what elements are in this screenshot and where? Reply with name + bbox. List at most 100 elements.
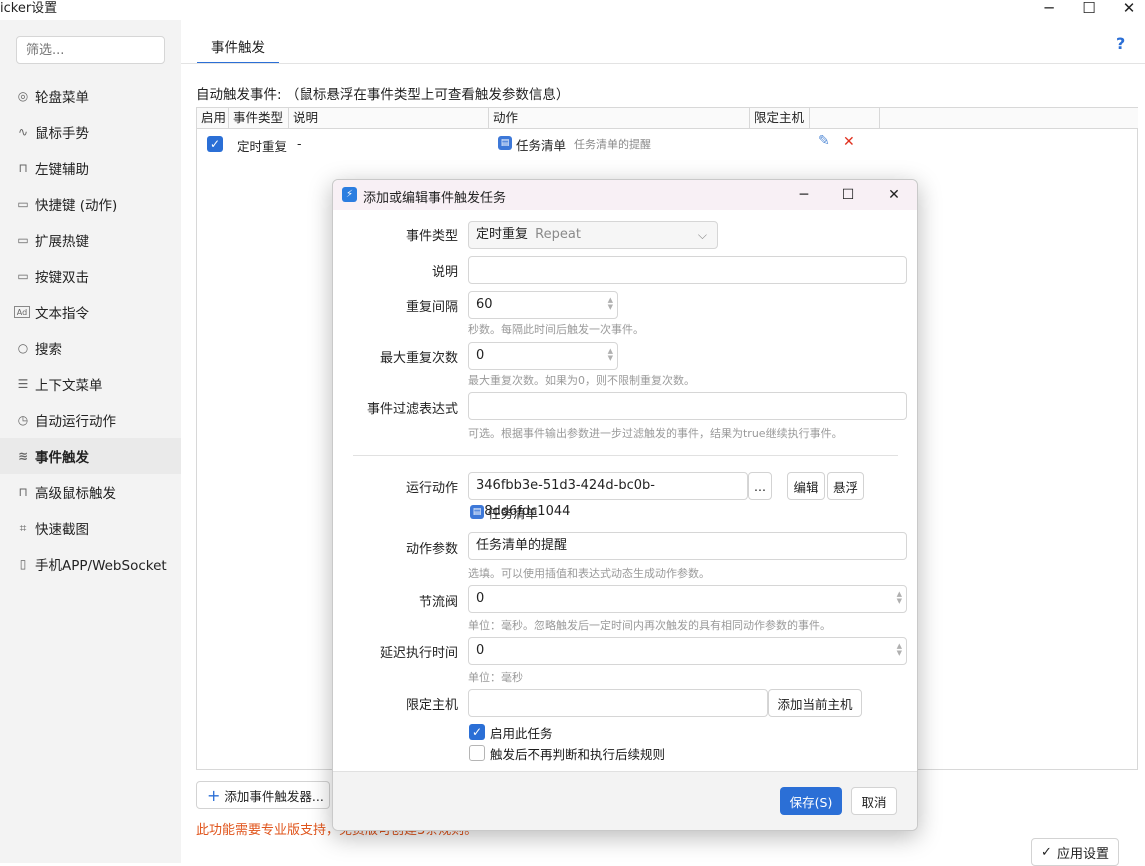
spinner-icon[interactable]: ▲ ▼ xyxy=(897,591,902,605)
sidebar-item-0[interactable]: ◎ 轮盘菜单 xyxy=(0,78,181,114)
action-param-hint: 选填。可以使用插值和表达式动态生成动作参数。 xyxy=(468,567,710,580)
interval-input[interactable]: 60 ▲ ▼ xyxy=(468,291,618,319)
run-action-label: 运行动作 xyxy=(405,481,458,496)
max-repeat-value: 0 xyxy=(476,348,485,363)
delay-label: 延迟执行时间 xyxy=(379,646,458,661)
alarm-icon: ◷ xyxy=(17,413,29,427)
delete-icon[interactable]: ✕ xyxy=(843,134,855,150)
app-logo-icon: ⚡ xyxy=(342,187,357,202)
spinner-icon[interactable]: ▲ ▼ xyxy=(897,643,902,657)
help-icon[interactable]: ? xyxy=(1116,34,1125,53)
sidebar-item-label: 左键辅助 xyxy=(35,162,89,178)
interval-hint: 秒数。每隔此时间后触发一次事件。 xyxy=(468,323,644,336)
dialog-title-bar[interactable]: ⚡ 添加或编辑事件触发任务 ─ ☐ ✕ xyxy=(333,180,917,210)
text-ad-icon: Ad xyxy=(14,306,30,318)
float-action-button[interactable]: 悬浮 xyxy=(827,472,864,500)
event-type-select[interactable]: 定时重复 Repeat ⌵ xyxy=(468,221,718,249)
sidebar-item-label: 轮盘菜单 xyxy=(35,90,89,106)
check-icon: ✓ xyxy=(1041,844,1052,860)
edit-action-button[interactable]: 编辑 xyxy=(787,472,825,500)
col-header-action[interactable]: 动作 xyxy=(489,108,750,129)
throttle-value: 0 xyxy=(476,591,485,606)
sidebar-item-9[interactable]: ◷ 自动运行动作 xyxy=(0,402,181,438)
sidebar-item-1[interactable]: ∿ 鼠标手势 xyxy=(0,114,181,150)
save-button[interactable]: 保存(S) xyxy=(780,787,842,815)
sidebar-item-label: 按键双击 xyxy=(35,270,89,286)
sidebar-item-label: 快速截图 xyxy=(35,522,89,538)
apply-label: 应用设置 xyxy=(1056,846,1109,862)
dialog-close-icon[interactable]: ✕ xyxy=(879,184,909,206)
desc-label: 说明 xyxy=(431,265,458,280)
sidebar-item-label: 快捷键 (动作) xyxy=(35,198,118,214)
dialog-title: 添加或编辑事件触发任务 xyxy=(363,191,507,206)
col-header-enable[interactable]: 启用 xyxy=(197,108,229,129)
search-input[interactable] xyxy=(16,36,165,64)
spinner-icon[interactable]: ▲ ▼ xyxy=(608,348,613,362)
sidebar-item-13[interactable]: ▯ 手机APP/WebSocket xyxy=(0,546,181,582)
edit-icon[interactable]: ✎ xyxy=(818,133,830,149)
row-enable-checkbox[interactable]: ✓ xyxy=(207,136,223,152)
throttle-hint: 单位：毫秒。忽略触发后一定时间内再次触发的具有相同动作参数的事件。 xyxy=(468,619,831,632)
dialog-minimize-icon[interactable]: ─ xyxy=(789,184,819,206)
delay-value: 0 xyxy=(476,643,485,658)
close-icon[interactable]: ✕ xyxy=(1106,0,1145,20)
filter-input[interactable] xyxy=(468,392,907,420)
sidebar-item-label: 扩展热键 xyxy=(35,234,89,250)
search-icon: ○ xyxy=(17,341,29,355)
auto-trigger-label: 自动触发事件: （鼠标悬浮在事件类型上可查看触发参数信息） xyxy=(196,87,570,103)
sidebar-item-5[interactable]: ▭ 按键双击 xyxy=(0,258,181,294)
spinner-icon[interactable]: ▲ ▼ xyxy=(608,297,613,311)
max-repeat-input[interactable]: 0 ▲ ▼ xyxy=(468,342,618,370)
event-type-value: 定时重复 xyxy=(476,227,529,242)
sidebar-item-10[interactable]: ≋ 事件触发 xyxy=(0,438,181,474)
sidebar-item-8[interactable]: ☰ 上下文菜单 xyxy=(0,366,181,402)
action-param-input[interactable]: 任务清单的提醒 xyxy=(468,532,907,560)
sidebar-item-label: 上下文菜单 xyxy=(35,378,103,394)
host-input[interactable] xyxy=(468,689,768,717)
col-header-host[interactable]: 限定主机 xyxy=(750,108,810,129)
tab-label: 事件触发 xyxy=(211,40,265,56)
table-row[interactable]: ✓ 定时重复 - ▤ 任务清单 任务清单的提醒 ✎ ✕ xyxy=(197,130,1137,156)
delay-hint: 单位：毫秒 xyxy=(468,671,523,684)
dialog-maximize-icon[interactable]: ☐ xyxy=(833,184,863,206)
cancel-button[interactable]: 取消 xyxy=(851,787,897,815)
sidebar-item-2[interactable]: ⊓ 左键辅助 xyxy=(0,150,181,186)
sidebar-item-11[interactable]: ⊓ 高级鼠标触发 xyxy=(0,474,181,510)
sidebar-item-4[interactable]: ▭ 扩展热键 xyxy=(0,222,181,258)
interval-label: 重复间隔 xyxy=(405,300,458,315)
sidebar-item-6[interactable]: Ad 文本指令 xyxy=(0,294,181,330)
sidebar-item-label: 手机APP/WebSocket xyxy=(35,558,167,574)
action-param-label: 动作参数 xyxy=(405,542,458,557)
tab-event-trigger[interactable]: 事件触发 xyxy=(197,36,279,64)
browse-action-button[interactable]: ... xyxy=(748,472,772,500)
mouse-icon: ⊓ xyxy=(18,161,28,175)
keyboard-icon: ▭ xyxy=(17,197,29,211)
sidebar-item-label: 搜索 xyxy=(35,342,62,358)
enable-task-checkbox[interactable]: ✓ xyxy=(469,724,485,740)
keyboard-icon: ▭ xyxy=(17,233,29,247)
col-header-desc[interactable]: 说明 xyxy=(289,108,489,129)
apply-settings-button[interactable]: ✓ 应用设置 xyxy=(1031,838,1119,866)
phone-icon: ▯ xyxy=(19,557,27,571)
interval-value: 60 xyxy=(476,297,493,312)
keyboard-icon: ▭ xyxy=(17,269,29,283)
desc-input[interactable] xyxy=(468,256,907,284)
gesture-icon: ∿ xyxy=(17,125,29,139)
stop-after-checkbox[interactable] xyxy=(469,745,485,761)
host-label: 限定主机 xyxy=(405,698,458,713)
add-current-host-button[interactable]: 添加当前主机 xyxy=(768,689,862,717)
throttle-input[interactable]: 0 ▲ ▼ xyxy=(468,585,907,613)
sidebar-item-3[interactable]: ▭ 快捷键 (动作) xyxy=(0,186,181,222)
stop-after-label: 触发后不再判断和执行后续规则 xyxy=(490,747,666,762)
add-trigger-button[interactable]: + 添加事件触发器... xyxy=(196,781,330,809)
sidebar-item-12[interactable]: ⌗ 快速截图 xyxy=(0,510,181,546)
tab-divider xyxy=(181,63,1145,64)
col-header-filler xyxy=(880,108,1138,129)
col-header-type[interactable]: 事件类型 xyxy=(229,108,289,129)
enable-task-label: 启用此任务 xyxy=(490,726,553,741)
sidebar-item-7[interactable]: ○ 搜索 xyxy=(0,330,181,366)
event-type-label: 事件类型 xyxy=(405,229,458,244)
run-action-input[interactable]: 346fbb3e-51d3-424d-bc0b-08dd6fdc1044 xyxy=(468,472,748,519)
delay-input[interactable]: 0 ▲ ▼ xyxy=(468,637,907,665)
row-type: 定时重复 xyxy=(237,139,288,154)
